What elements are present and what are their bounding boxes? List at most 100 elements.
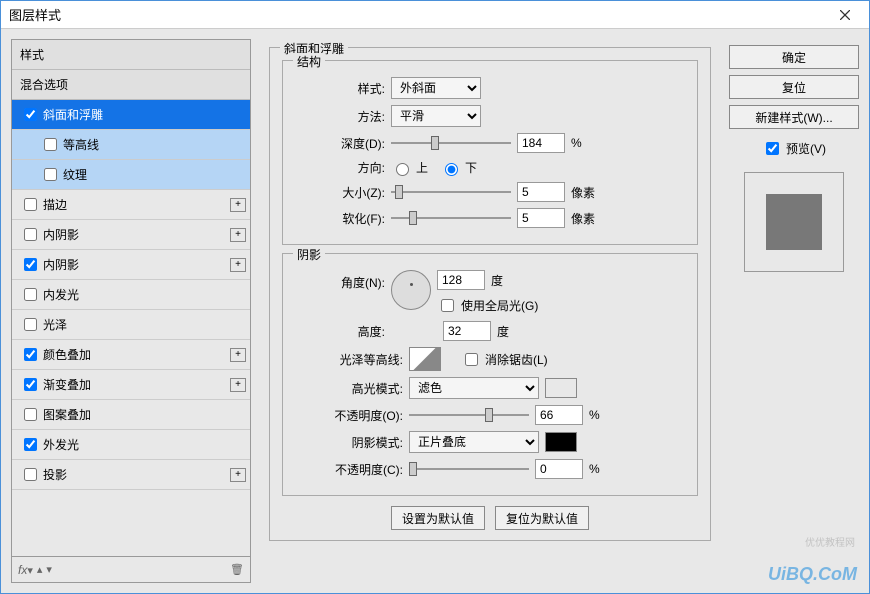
antialias-checkbox[interactable]: 消除锯齿(L) (461, 350, 548, 369)
add-effect-button[interactable]: + (230, 228, 246, 242)
shadow-opacity-slider[interactable] (409, 460, 529, 478)
direction-down-radio[interactable]: 下 (440, 159, 477, 176)
action-panel: 确定 复位 新建样式(W)... 预览(V) (729, 39, 859, 583)
blending-options-header[interactable]: 混合选项 (12, 70, 250, 100)
style-item-11[interactable]: 外发光 (12, 430, 250, 460)
add-effect-button[interactable]: + (230, 198, 246, 212)
highlight-mode-select[interactable]: 滤色 (409, 377, 539, 399)
direction-up-radio[interactable]: 上 (391, 159, 428, 176)
highlight-opacity-slider[interactable] (409, 406, 529, 424)
move-up-icon[interactable]: ▴ (37, 563, 43, 576)
add-effect-button[interactable]: + (230, 258, 246, 272)
size-label: 大小(Z): (295, 184, 385, 201)
style-item-3[interactable]: 描边 + (12, 190, 250, 220)
fx-menu-button[interactable]: fx▾ (18, 563, 33, 577)
opacity1-unit: % (589, 408, 600, 422)
depth-input[interactable] (517, 133, 565, 153)
style-item-label: 光泽 (43, 316, 67, 333)
altitude-input[interactable] (443, 321, 491, 341)
style-item-2[interactable]: 纹理 (12, 160, 250, 190)
style-item-6[interactable]: 内发光 (12, 280, 250, 310)
style-item-0[interactable]: 斜面和浮雕 (12, 100, 250, 130)
style-checkbox[interactable] (24, 258, 37, 271)
style-checkbox[interactable] (24, 378, 37, 391)
global-light-checkbox[interactable]: 使用全局光(G) (437, 296, 538, 315)
style-item-8[interactable]: 颜色叠加 + (12, 340, 250, 370)
style-item-9[interactable]: 渐变叠加 + (12, 370, 250, 400)
style-item-7[interactable]: 光泽 (12, 310, 250, 340)
style-item-10[interactable]: 图案叠加 (12, 400, 250, 430)
highlight-opacity-input[interactable] (535, 405, 583, 425)
style-item-1[interactable]: 等高线 (12, 130, 250, 160)
shadow-mode-select[interactable]: 正片叠底 (409, 431, 539, 453)
close-icon (840, 10, 850, 20)
style-item-label: 描边 (43, 196, 67, 213)
add-effect-button[interactable]: + (230, 468, 246, 482)
preview-swatch (766, 194, 822, 250)
style-item-label: 内阴影 (43, 226, 79, 243)
style-item-label: 图案叠加 (43, 406, 91, 423)
angle-dial[interactable] (391, 270, 431, 310)
style-checkbox[interactable] (24, 288, 37, 301)
soften-unit: 像素 (571, 210, 595, 227)
settings-panel: 斜面和浮雕 结构 样式: 外斜面 方法: 平滑 深度(D): (261, 39, 719, 583)
trash-icon[interactable]: 🗑 (230, 563, 244, 576)
make-default-button[interactable]: 设置为默认值 (391, 506, 485, 530)
altitude-label: 高度: (295, 323, 385, 340)
style-item-label: 渐变叠加 (43, 376, 91, 393)
highlight-mode-label: 高光模式: (295, 380, 403, 397)
style-checkbox[interactable] (24, 438, 37, 451)
preview-checkbox[interactable]: 预览(V) (729, 139, 859, 158)
style-checkbox[interactable] (44, 168, 57, 181)
style-checkbox[interactable] (24, 318, 37, 331)
style-checkbox[interactable] (24, 198, 37, 211)
style-item-label: 内发光 (43, 286, 79, 303)
depth-label: 深度(D): (295, 135, 385, 152)
reset-default-button[interactable]: 复位为默认值 (495, 506, 589, 530)
shadow-opacity-input[interactable] (535, 459, 583, 479)
style-item-5[interactable]: 内阴影 + (12, 250, 250, 280)
style-item-label: 颜色叠加 (43, 346, 91, 363)
style-item-4[interactable]: 内阴影 + (12, 220, 250, 250)
style-item-label: 等高线 (63, 136, 99, 153)
window-title: 图层样式 (9, 5, 61, 24)
titlebar: 图层样式 (1, 1, 869, 29)
angle-label: 角度(N): (295, 274, 385, 291)
style-item-label: 内阴影 (43, 256, 79, 273)
shadow-color-swatch[interactable] (545, 432, 577, 452)
style-checkbox[interactable] (24, 408, 37, 421)
style-item-label: 斜面和浮雕 (43, 106, 103, 123)
style-checkbox[interactable] (24, 228, 37, 241)
soften-slider[interactable] (391, 209, 511, 227)
style-checkbox[interactable] (24, 348, 37, 361)
styles-header[interactable]: 样式 (12, 40, 250, 70)
method-label: 方法: (295, 108, 385, 125)
size-slider[interactable] (391, 183, 511, 201)
style-checkbox[interactable] (24, 468, 37, 481)
angle-input[interactable] (437, 270, 485, 290)
add-effect-button[interactable]: + (230, 348, 246, 362)
highlight-color-swatch[interactable] (545, 378, 577, 398)
style-checkbox[interactable] (24, 108, 37, 121)
structure-legend: 结构 (293, 53, 325, 70)
style-select[interactable]: 外斜面 (391, 77, 481, 99)
altitude-unit: 度 (497, 323, 509, 340)
style-checkbox[interactable] (44, 138, 57, 151)
cancel-button[interactable]: 复位 (729, 75, 859, 99)
style-item-12[interactable]: 投影 + (12, 460, 250, 490)
soften-input[interactable] (517, 208, 565, 228)
new-style-button[interactable]: 新建样式(W)... (729, 105, 859, 129)
gloss-contour-picker[interactable] (409, 347, 441, 371)
angle-unit: 度 (491, 272, 503, 289)
style-label: 样式: (295, 80, 385, 97)
move-down-icon[interactable]: ▾ (46, 563, 52, 576)
ok-button[interactable]: 确定 (729, 45, 859, 69)
opacity1-label: 不透明度(O): (295, 407, 403, 424)
opacity2-label: 不透明度(C): (295, 461, 403, 478)
size-input[interactable] (517, 182, 565, 202)
style-item-label: 投影 (43, 466, 67, 483)
method-select[interactable]: 平滑 (391, 105, 481, 127)
close-button[interactable] (829, 5, 861, 25)
add-effect-button[interactable]: + (230, 378, 246, 392)
depth-slider[interactable] (391, 134, 511, 152)
